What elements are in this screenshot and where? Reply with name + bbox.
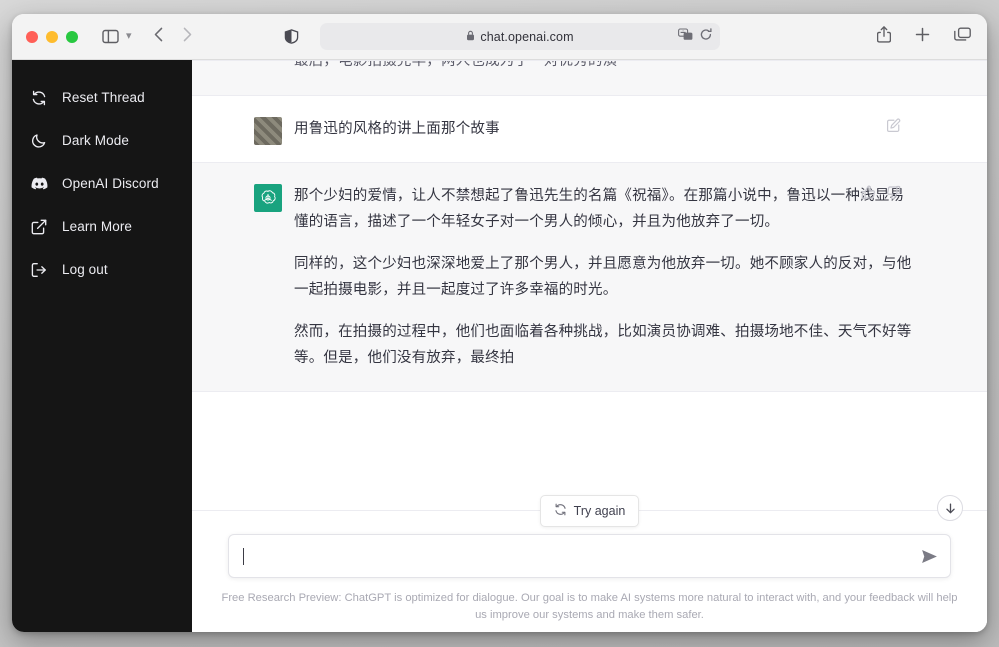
sidebar-item-label: Learn More	[62, 219, 133, 234]
message-feedback-actions	[861, 185, 901, 205]
browser-toolbar: ▾ chat.openai.com	[12, 14, 987, 60]
try-again-row: Try again	[192, 494, 987, 528]
sidebar-item-dark-mode[interactable]: Dark Mode	[12, 119, 192, 162]
user-message-text: 用鲁迅的风格的讲上面那个故事	[294, 121, 500, 137]
chatgpt-logo	[254, 184, 282, 212]
app-sidebar: Reset Thread Dark Mode OpenAI Discord Le…	[12, 60, 192, 632]
sidebar-item-log-out[interactable]: Log out	[12, 248, 192, 291]
close-window-button[interactable]	[26, 30, 38, 43]
reload-icon[interactable]	[700, 27, 712, 46]
message-scroll-area[interactable]: 最后，电影拍摄完毕，两人也成为了一对优秀的演 用鲁迅的风格的讲上面那个故事 那个…	[192, 60, 987, 510]
text-caret	[243, 547, 244, 565]
desktop-background: ▾ chat.openai.com Reset Thread Dark Mode…	[0, 0, 999, 647]
forward-button[interactable]	[183, 27, 192, 47]
sidebar-item-openai-discord[interactable]: OpenAI Discord	[12, 162, 192, 205]
refresh-icon	[554, 503, 567, 519]
message-input-box[interactable]	[228, 534, 951, 578]
window-controls[interactable]	[26, 30, 78, 43]
moon-icon	[30, 133, 48, 149]
sidebar-item-label: Log out	[62, 262, 108, 277]
sidebar-item-label: OpenAI Discord	[62, 176, 159, 191]
safari-window: ▾ chat.openai.com Reset Thread Dark Mode…	[12, 14, 987, 632]
external-link-icon	[30, 219, 48, 235]
assistant-paragraph: 那个少妇的爱情，让人不禁想起了鲁迅先生的名篇《祝福》。在那篇小说中，鲁迅以一种浅…	[294, 188, 905, 230]
plus-icon[interactable]	[915, 27, 930, 47]
minimize-window-button[interactable]	[46, 30, 58, 43]
sidebar-item-label: Reset Thread	[62, 90, 145, 105]
discord-icon	[30, 177, 48, 190]
sidebar-item-label: Dark Mode	[62, 133, 129, 148]
send-icon[interactable]	[921, 549, 938, 564]
translate-icon[interactable]	[678, 27, 693, 46]
clipped-message-text: 最后，电影拍摄完毕，两人也成为了一对优秀的演	[294, 60, 618, 69]
avatar	[254, 117, 282, 145]
lock-icon	[466, 28, 475, 46]
page-body: Reset Thread Dark Mode OpenAI Discord Le…	[12, 60, 987, 632]
footer-disclaimer: Free Research Preview: ChatGPT is optimi…	[221, 592, 958, 621]
thumbs-down-icon[interactable]	[886, 185, 901, 205]
tab-overview-icon[interactable]	[954, 27, 971, 47]
reset-icon	[30, 90, 48, 106]
try-again-label: Try again	[573, 504, 626, 518]
share-icon[interactable]	[876, 25, 892, 48]
sidebar-item-learn-more[interactable]: Learn More	[12, 205, 192, 248]
assistant-paragraph: 然而，在拍摄的过程中，他们也面临着各种挑战，比如演员协调难、拍摄场地不佳、天气不…	[294, 324, 912, 366]
message-row-user: 用鲁迅的风格的讲上面那个故事	[192, 96, 987, 162]
toolbar-right-actions	[876, 25, 971, 48]
url-text: chat.openai.com	[480, 29, 574, 44]
chevron-down-icon[interactable]: ▾	[126, 31, 132, 42]
reader-contrast-icon[interactable]	[284, 29, 299, 44]
address-bar-actions	[678, 23, 712, 50]
try-again-button[interactable]: Try again	[539, 495, 640, 527]
message-row-assistant: 那个少妇的爱情，让人不禁想起了鲁迅先生的名篇《祝福》。在那篇小说中，鲁迅以一种浅…	[192, 162, 987, 392]
zoom-window-button[interactable]	[66, 30, 78, 43]
scroll-to-bottom-button[interactable]	[937, 495, 963, 521]
message-row-clipped: 最后，电影拍摄完毕，两人也成为了一对优秀的演	[192, 60, 987, 96]
assistant-message-text: 那个少妇的爱情，让人不禁想起了鲁迅先生的名篇《祝福》。在那篇小说中，鲁迅以一种浅…	[294, 183, 965, 371]
chat-panel: 最后，电影拍摄完毕，两人也成为了一对优秀的演 用鲁迅的风格的讲上面那个故事 那个…	[192, 60, 987, 632]
edit-icon[interactable]	[886, 118, 901, 138]
navigation-buttons	[154, 27, 192, 47]
address-bar[interactable]: chat.openai.com	[320, 23, 720, 50]
sidebar-item-reset-thread[interactable]: Reset Thread	[12, 76, 192, 119]
logout-icon	[30, 262, 48, 278]
sidebar-icon[interactable]	[102, 29, 119, 44]
thumbs-up-icon[interactable]	[861, 185, 876, 205]
composer: Try again Free Research Preview: ChatGPT…	[192, 495, 987, 632]
back-button[interactable]	[154, 27, 163, 47]
assistant-paragraph: 同样的，这个少妇也深深地爱上了那个男人，并且愿意为他放弃一切。她不顾家人的反对，…	[294, 256, 912, 298]
